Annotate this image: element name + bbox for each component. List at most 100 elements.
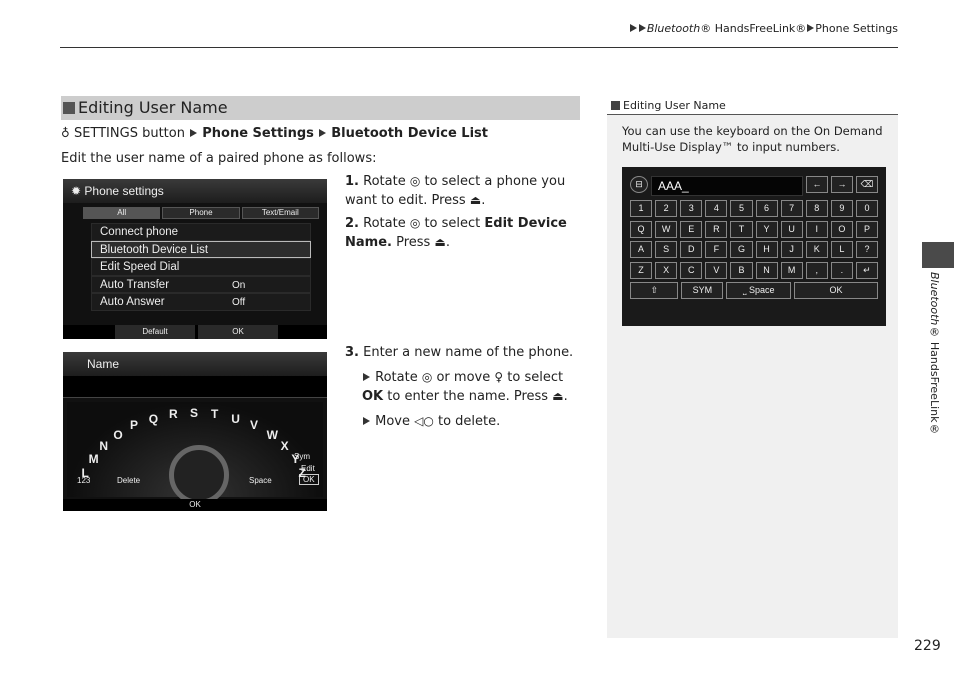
key: U <box>780 220 803 238</box>
rotate-icon: ◎ <box>421 370 433 384</box>
key: , <box>805 261 828 279</box>
name-entry-screenshot: Name 123 Delete Space Sym Edit OK LMNOPQ… <box>63 352 327 511</box>
dial-letter: O <box>113 427 123 442</box>
step-3: 3. Enter a new name of the phone. Rotate… <box>345 345 574 429</box>
character-dial: 123 Delete Space Sym Edit OK LMNOPQRSTUV… <box>67 402 323 505</box>
crumb-suffix: ® HandsFreeLink® <box>700 22 807 35</box>
key-row: QWERTYUIOP <box>630 220 878 238</box>
key: 7 <box>780 200 803 217</box>
key: H <box>755 241 778 258</box>
square-bullet-icon <box>63 102 75 114</box>
header-rule <box>60 47 898 48</box>
key: X <box>655 261 678 279</box>
dial-letter: S <box>190 406 199 420</box>
path-start: SETTINGS button <box>73 126 185 141</box>
side-heading: Editing User Name <box>623 99 726 112</box>
settings-button-icon: ♁ <box>61 126 70 140</box>
text-input-display: AAA_ <box>651 176 803 196</box>
dial-letter: Y <box>291 451 300 466</box>
crumb-bluetooth: Bluetooth <box>646 22 701 35</box>
phone-settings-screenshot: ✹ Phone settings All Phone Text/Email Conn… <box>63 179 327 339</box>
dial-letter: Z <box>298 466 306 481</box>
side-text: You can use the keyboard on the On Deman… <box>622 124 883 154</box>
dial-letter: M <box>88 451 99 466</box>
list-item: Auto Transfer On <box>91 275 311 293</box>
list-item: Auto Answer Off <box>91 293 311 311</box>
key: R <box>705 220 728 238</box>
key: G <box>730 241 753 258</box>
move-left-icon: ◁○ <box>414 414 434 428</box>
key: A <box>630 241 653 258</box>
space-label: Space <box>249 476 272 485</box>
key: 9 <box>830 200 853 217</box>
dial-letter: N <box>99 438 109 453</box>
sym-key: SYM <box>681 282 724 299</box>
key: W <box>655 220 678 238</box>
key: ? <box>855 241 878 258</box>
arrow-right-icon: → <box>831 176 853 193</box>
press-icon: ⏏ <box>434 235 446 249</box>
key-row: Z X C V B N M,. ↵ <box>630 261 878 279</box>
dial-letter: P <box>129 418 138 433</box>
key: Q <box>630 220 653 238</box>
press-icon: ⏏ <box>469 193 482 207</box>
arrow-left-icon: ← <box>806 176 828 193</box>
press-icon: ⏏ <box>552 389 564 403</box>
step-1: 1. Rotate ◎ to select a phone you want t… <box>345 174 566 208</box>
note-icon <box>611 101 620 110</box>
key: Y <box>755 220 778 238</box>
list-item: Bluetooth Device List <box>91 240 311 258</box>
rotate-icon: ◎ <box>409 216 421 230</box>
dial-letter: W <box>266 427 278 442</box>
tab-phone: Phone <box>162 207 240 219</box>
key-row: A S D F G H J K L? <box>630 241 878 258</box>
backspace-icon: ⌫ <box>856 176 878 193</box>
menu-path: ♁ SETTINGS button Phone Settings Bluetoo… <box>61 126 488 141</box>
key: N <box>755 261 778 279</box>
dial-letter: U <box>231 411 240 426</box>
name-input-display <box>63 376 327 398</box>
keyboard-screenshot: ⊟ AAA_ ← → ⌫ 1 2 3 4 5 6 7 8 9 0 Q W E R T Y U I O P A S D F G H J K L? Z… <box>622 167 886 326</box>
list-item: Connect phone <box>91 223 311 241</box>
heading-text: Editing User Name <box>78 98 228 117</box>
dial-letter: T <box>210 407 219 422</box>
path-step1: Phone Settings <box>202 126 314 141</box>
key: P <box>855 220 878 238</box>
rotate-icon: ◎ <box>409 174 421 188</box>
key: 3 <box>680 200 703 217</box>
key: F <box>705 241 728 258</box>
chapter-label: Bluetooth® HandsFreeLink® <box>928 272 941 436</box>
key: C <box>680 261 703 279</box>
dial-letter: L <box>81 466 89 481</box>
key: D <box>680 241 703 258</box>
key: 6 <box>755 200 778 217</box>
key-rows: 1 2 3 4 5 6 7 8 9 0 Q W E R T Y U I O P A S D F G H J K L? Z X C V B N M,. ↵ <box>630 200 878 279</box>
key: B <box>730 261 753 279</box>
tab-text-email: Text/Email <box>241 207 319 219</box>
gear-icon: ✹ <box>71 184 82 198</box>
default-button: Default <box>115 325 195 339</box>
key: 1 <box>630 200 653 217</box>
dial-letter: Q <box>148 411 159 426</box>
back-icon: ⊟ <box>630 176 648 193</box>
screen-title: Name <box>87 357 120 371</box>
key: M <box>780 261 803 279</box>
list-item: Edit Speed Dial <box>91 258 311 276</box>
knob-icon <box>169 445 229 505</box>
ok-key: OK <box>794 282 878 299</box>
key: T <box>730 220 753 238</box>
move-down-icon: ♀ <box>494 370 504 384</box>
key: ↵ <box>855 261 878 279</box>
ok-footer: OK <box>63 499 327 511</box>
intro-text: Edit the user name of a paired phone as … <box>61 151 377 166</box>
dial-letter: V <box>250 418 259 433</box>
key: 4 <box>705 200 728 217</box>
step-2: 2. Rotate ◎ to select Edit Device Name. … <box>345 216 567 250</box>
path-step2: Bluetooth Device List <box>331 126 488 141</box>
chapter-tab <box>922 242 954 268</box>
key: E <box>680 220 703 238</box>
key: K <box>805 241 828 258</box>
breadcrumb: Bluetooth® HandsFreeLink® Phone Settings <box>629 22 898 35</box>
key: O <box>830 220 853 238</box>
key: S <box>655 241 678 258</box>
